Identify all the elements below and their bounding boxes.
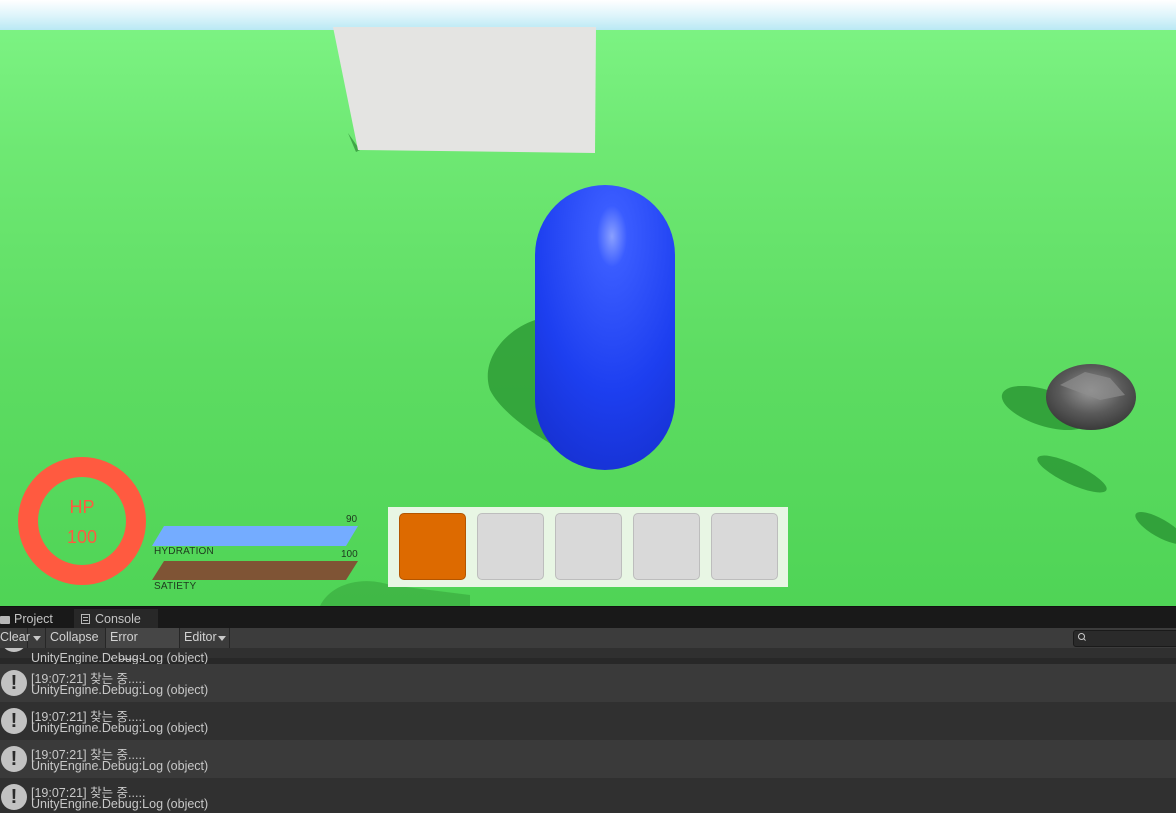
warning-icon: !: [1, 670, 27, 696]
editor-dropdown-label: Editor: [184, 630, 217, 644]
satiety-value: 100: [341, 549, 358, 560]
player-capsule: [535, 185, 675, 470]
shadow-1: [1037, 455, 1107, 493]
log-source: UnityEngine.Debug:Log (object): [31, 721, 209, 735]
warning-icon: !: [1, 784, 27, 810]
shadow-2: [1135, 511, 1176, 545]
tab-project[interactable]: Project: [0, 609, 76, 629]
search-input[interactable]: [1073, 630, 1176, 647]
inventory-bar: [388, 507, 788, 587]
warning-icon: !: [1, 708, 27, 734]
satiety-bar: [152, 561, 358, 580]
log-row[interactable]: ! [19:07:21] 찾는 중..... UnityEngine.Debug…: [0, 740, 1176, 778]
chevron-down-icon: [33, 636, 41, 641]
clear-button[interactable]: Clear: [0, 628, 30, 648]
log-row[interactable]: ! [19:07:21] 찾는 중..... UnityEngine.Debug…: [0, 702, 1176, 740]
log-source: UnityEngine.Debug:Log (object): [31, 683, 209, 697]
game-view[interactable]: HP 100 90 HYDRATION 100 SATIETY: [0, 0, 1176, 606]
inventory-slot-4[interactable]: [633, 513, 700, 580]
tab-project-label: Project: [14, 612, 53, 626]
log-row[interactable]: ! UnityEngine.Debug:Log (object): [0, 648, 1176, 665]
log-row[interactable]: ! [19:07:21] 찾는 중..... UnityEngine.Debug…: [0, 778, 1176, 813]
console-icon: [81, 614, 90, 624]
hp-label: HP: [69, 497, 95, 517]
log-source: UnityEngine.Debug:Log (object): [31, 797, 209, 811]
satiety-label: SATIETY: [154, 581, 197, 592]
warning-icon: !: [1, 648, 27, 652]
console-panel: Project Console Clear Collapse Error Pau…: [0, 606, 1176, 813]
clear-options-dropdown[interactable]: [28, 628, 46, 648]
folder-icon: [0, 616, 10, 624]
inventory-slot-2[interactable]: [477, 513, 544, 580]
error-pause-button[interactable]: Error Pause: [106, 628, 180, 663]
inventory-slot-1[interactable]: [399, 513, 466, 580]
console-toolbar: Clear Collapse Error Pause Editor: [0, 628, 1176, 663]
warning-icon: !: [1, 746, 27, 772]
hydration-bar: [152, 526, 358, 546]
hp-ring: HP 100: [18, 457, 146, 585]
log-row[interactable]: ! [19:07:21] 찾는 중..... UnityEngine.Debug…: [0, 664, 1176, 702]
hp-value: 100: [66, 527, 98, 547]
tab-console[interactable]: Console: [74, 609, 158, 629]
tab-console-label: Console: [95, 612, 141, 626]
editor-dropdown[interactable]: Editor: [180, 628, 230, 648]
hydration-label: HYDRATION: [154, 546, 214, 557]
collapse-button[interactable]: Collapse: [46, 628, 106, 648]
chevron-down-icon: [218, 636, 226, 641]
log-source: UnityEngine.Debug:Log (object): [31, 651, 209, 665]
white-wall: [333, 27, 596, 153]
inventory-slot-3[interactable]: [555, 513, 622, 580]
hydration-value: 90: [346, 514, 358, 525]
inventory-slot-5[interactable]: [711, 513, 778, 580]
panel-tab-bar: Project Console: [0, 606, 1176, 629]
log-source: UnityEngine.Debug:Log (object): [31, 759, 209, 773]
log-list[interactable]: ! UnityEngine.Debug:Log (object) ! [19:0…: [0, 648, 1176, 813]
